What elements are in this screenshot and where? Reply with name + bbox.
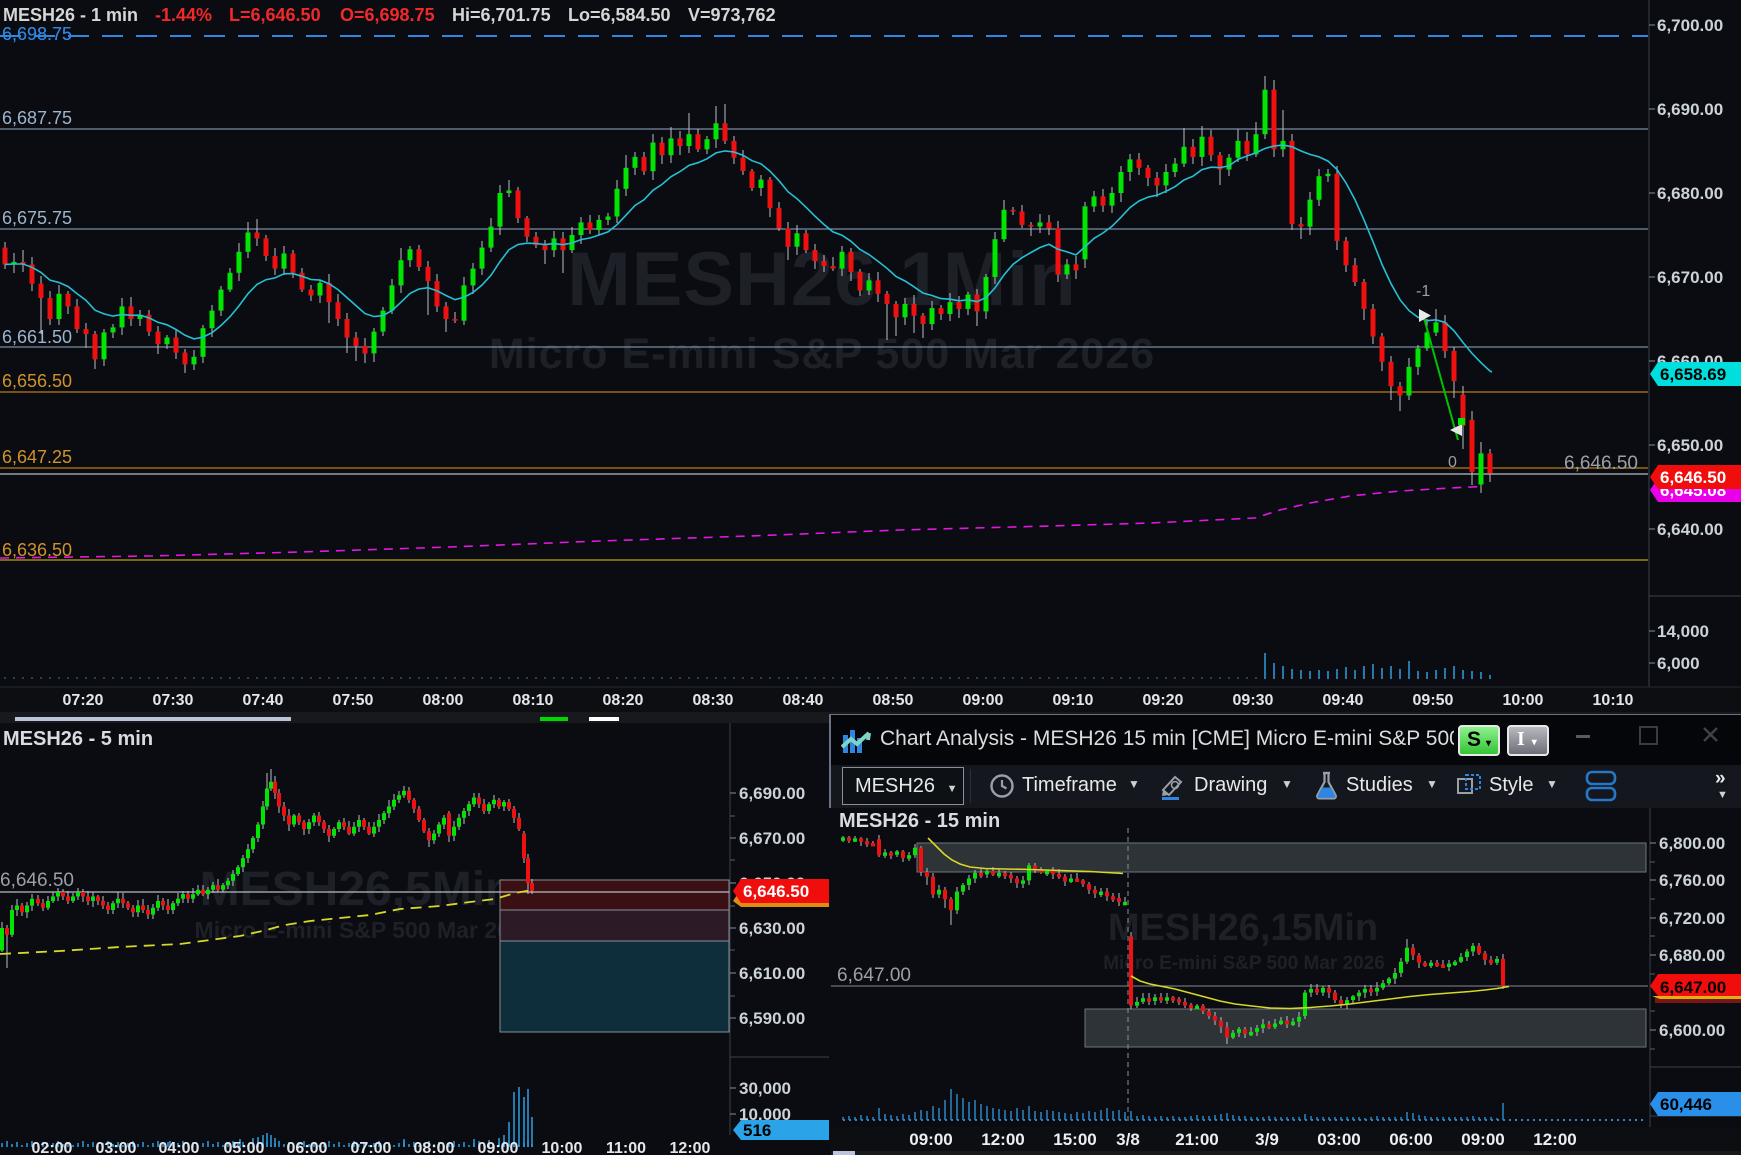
svg-text:09:10: 09:10 [1053, 692, 1094, 709]
svg-text:MESH26 - 15 min: MESH26 - 15 min [839, 810, 1000, 832]
svg-text:6,647.00: 6,647.00 [837, 965, 911, 986]
svg-text:O=6,698.75: O=6,698.75 [340, 5, 435, 25]
svg-text:6,760.00: 6,760.00 [1659, 871, 1725, 890]
svg-text:09:00: 09:00 [963, 692, 1004, 709]
svg-text:6,590.00: 6,590.00 [739, 1009, 805, 1028]
svg-text:L=6,646.50: L=6,646.50 [229, 5, 321, 25]
svg-text:08:10: 08:10 [513, 692, 554, 709]
svg-text:07:00: 07:00 [351, 1140, 392, 1155]
svg-text:07:30: 07:30 [153, 692, 194, 709]
svg-text:6,646.50: 6,646.50 [1564, 453, 1638, 474]
svg-text:6,700.00: 6,700.00 [1657, 16, 1723, 35]
svg-text:MESH26,15Min: MESH26,15Min [1108, 907, 1378, 949]
svg-text:6,687.75: 6,687.75 [2, 108, 72, 128]
svg-text:60,446: 60,446 [1660, 1095, 1712, 1114]
svg-text:6,680.00: 6,680.00 [1657, 184, 1723, 203]
svg-text:V=973,762: V=973,762 [688, 5, 776, 25]
svg-text:6,720.00: 6,720.00 [1659, 909, 1725, 928]
svg-text:09:20: 09:20 [1143, 692, 1184, 709]
svg-text:12:00: 12:00 [1533, 1130, 1576, 1149]
svg-text:6,670.00: 6,670.00 [739, 829, 805, 848]
svg-text:10:00: 10:00 [542, 1140, 583, 1155]
svg-text:6,630.00: 6,630.00 [739, 919, 805, 938]
svg-text:03:00: 03:00 [96, 1140, 137, 1155]
svg-text:Lo=6,584.50: Lo=6,584.50 [568, 5, 671, 25]
svg-text:Hi=6,701.75: Hi=6,701.75 [452, 5, 551, 25]
svg-text:08:00: 08:00 [414, 1140, 455, 1155]
svg-text:6,656.50: 6,656.50 [2, 371, 72, 391]
svg-text:08:00: 08:00 [423, 692, 464, 709]
svg-text:08:40: 08:40 [783, 692, 824, 709]
svg-text:12:00: 12:00 [670, 1140, 711, 1155]
svg-text:6,661.50: 6,661.50 [2, 327, 72, 347]
svg-text:06:00: 06:00 [1389, 1130, 1432, 1149]
svg-text:6,690.00: 6,690.00 [1657, 100, 1723, 119]
svg-text:3/8: 3/8 [1116, 1130, 1140, 1149]
svg-text:6,698.75: 6,698.75 [2, 24, 72, 44]
svg-text:6,610.00: 6,610.00 [739, 964, 805, 983]
svg-text:6,647.00: 6,647.00 [1660, 978, 1726, 997]
svg-text:6,680.00: 6,680.00 [1659, 946, 1725, 965]
svg-text:MESH26,5Min: MESH26,5Min [200, 863, 515, 916]
svg-text:6,646.50: 6,646.50 [1660, 468, 1726, 487]
svg-text:06:00: 06:00 [287, 1140, 328, 1155]
svg-text:Micro E-mini S&P 500 Mar 2026: Micro E-mini S&P 500 Mar 2026 [489, 330, 1155, 378]
svg-text:6,690.00: 6,690.00 [739, 784, 805, 803]
svg-text:08:30: 08:30 [693, 692, 734, 709]
svg-text:11:00: 11:00 [606, 1140, 646, 1155]
svg-text:6,646.50: 6,646.50 [0, 870, 74, 891]
svg-text:09:50: 09:50 [1413, 692, 1454, 709]
svg-text:03:00: 03:00 [1317, 1130, 1360, 1149]
svg-text:15:00: 15:00 [1053, 1130, 1096, 1149]
svg-text:10:10: 10:10 [1593, 692, 1634, 709]
svg-text:3/9: 3/9 [1255, 1130, 1279, 1149]
svg-text:21:00: 21:00 [1175, 1130, 1218, 1149]
svg-text:10:00: 10:00 [1503, 692, 1544, 709]
svg-text:07:20: 07:20 [63, 692, 104, 709]
svg-text:Micro E-mini S&P 500 Mar 2026: Micro E-mini S&P 500 Mar 2026 [1103, 953, 1385, 974]
svg-text:08:20: 08:20 [603, 692, 644, 709]
svg-text:516: 516 [743, 1121, 771, 1140]
svg-text:09:00: 09:00 [1461, 1130, 1504, 1149]
svg-text:MESH26 - 1 min: MESH26 - 1 min [3, 5, 138, 25]
svg-text:0: 0 [1448, 454, 1457, 471]
svg-text:6,647.25: 6,647.25 [2, 447, 72, 467]
svg-text:-1: -1 [1416, 283, 1430, 300]
svg-text:08:50: 08:50 [873, 692, 914, 709]
svg-text:09:00: 09:00 [909, 1130, 952, 1149]
svg-text:09:00: 09:00 [478, 1140, 519, 1155]
svg-text:05:00: 05:00 [224, 1140, 265, 1155]
svg-text:30,000: 30,000 [739, 1079, 791, 1098]
svg-text:07:40: 07:40 [243, 692, 284, 709]
svg-text:Micro E-mini S&P 500 Mar 2026: Micro E-mini S&P 500 Mar 2026 [195, 917, 536, 943]
svg-text:6,600.00: 6,600.00 [1659, 1021, 1725, 1040]
svg-text:09:40: 09:40 [1323, 692, 1364, 709]
svg-text:04:00: 04:00 [159, 1140, 200, 1155]
svg-text:6,000: 6,000 [1657, 654, 1700, 673]
svg-text:12:00: 12:00 [981, 1130, 1024, 1149]
svg-text:07:50: 07:50 [333, 692, 374, 709]
svg-text:6,670.00: 6,670.00 [1657, 268, 1723, 287]
svg-text:MESH26 - 5 min: MESH26 - 5 min [3, 728, 153, 750]
svg-text:6,658.69: 6,658.69 [1660, 365, 1726, 384]
svg-text:14,000: 14,000 [1657, 622, 1709, 641]
svg-text:6,646.50: 6,646.50 [743, 882, 809, 901]
svg-text:6,800.00: 6,800.00 [1659, 834, 1725, 853]
svg-text:6,640.00: 6,640.00 [1657, 520, 1723, 539]
svg-text:6,650.00: 6,650.00 [1657, 436, 1723, 455]
svg-text:6,675.75: 6,675.75 [2, 208, 72, 228]
svg-text:09:30: 09:30 [1233, 692, 1274, 709]
svg-text:02:00: 02:00 [32, 1140, 73, 1155]
svg-text:-1.44%: -1.44% [155, 5, 212, 25]
